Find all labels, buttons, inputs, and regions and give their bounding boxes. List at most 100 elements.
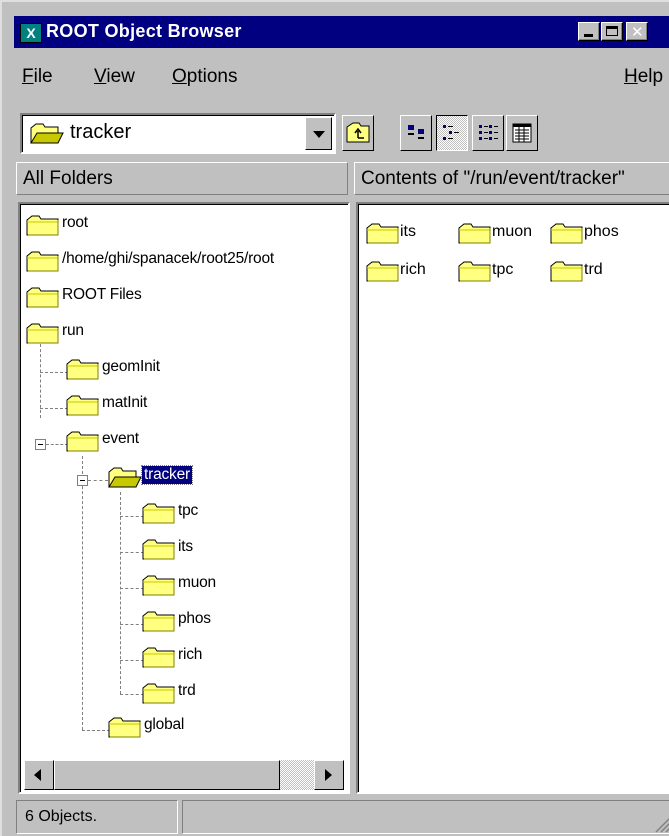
folder-icon [142, 683, 175, 704]
folder-icon [142, 539, 175, 560]
contents-panel[interactable]: its muon phos rich tpc trd [356, 202, 669, 794]
folder-icon [26, 215, 59, 236]
folder-icon [366, 261, 399, 282]
collapse-tracker-toggle[interactable] [77, 475, 88, 486]
folder-icon [142, 611, 175, 632]
folder-icon [66, 359, 99, 380]
status-objects-count: 6 Objects. [16, 800, 178, 834]
tree-node-label: ROOT Files [62, 286, 142, 303]
menu-options[interactable]: Options [172, 66, 237, 88]
root-object-browser-window: X ROOT Object Browser ✕ File View Option… [0, 0, 669, 836]
folder-icon [458, 261, 491, 282]
title-bar[interactable]: X ROOT Object Browser ✕ [14, 16, 669, 48]
menu-help-hotkey: H [624, 66, 638, 87]
tree-node-label: event [102, 430, 139, 447]
window-title: ROOT Object Browser [46, 21, 242, 41]
folder-icon [550, 223, 583, 244]
tree-horizontal-scrollbar[interactable] [24, 760, 344, 790]
contents-header: Contents of "/run/event/tracker" [354, 162, 669, 195]
tree-node-label: phos [178, 610, 211, 627]
content-folder-label: its [400, 223, 416, 240]
menu-view-label: iew [106, 66, 135, 87]
folder-icon [142, 575, 175, 596]
open-folder-icon [30, 123, 64, 144]
app-icon[interactable]: X [20, 23, 42, 43]
minimize-icon [584, 34, 593, 37]
scroll-left-button[interactable] [24, 760, 54, 790]
arrow-left-icon [34, 769, 41, 781]
minimize-button[interactable] [578, 22, 600, 41]
resize-grip-icon[interactable] [652, 814, 669, 834]
maximize-button[interactable] [601, 22, 623, 41]
folder-up-button[interactable] [342, 115, 374, 151]
folder-tree-panel[interactable]: root/home/ghi/spanacek/root25/root ROOT F… [18, 202, 350, 794]
tree-connector [88, 480, 108, 481]
arrow-right-icon [325, 769, 332, 781]
large-icons-button[interactable] [400, 115, 432, 151]
scroll-thumb[interactable] [54, 760, 280, 790]
menu-options-label: ptions [186, 66, 238, 87]
chevron-down-icon [313, 131, 325, 138]
status-info-pane [182, 800, 669, 834]
location-dropdown-button[interactable] [305, 117, 332, 150]
small-icons-button[interactable] [436, 115, 468, 151]
tree-connector [120, 694, 144, 695]
content-folder-label: rich [400, 261, 426, 278]
scroll-right-button[interactable] [314, 760, 344, 790]
folder-icon [66, 431, 99, 452]
folder-icon [550, 261, 583, 282]
large-icons-icon [408, 125, 424, 139]
tree-connector [40, 344, 41, 418]
folder-icon [26, 323, 59, 344]
menu-options-hotkey: O [172, 66, 187, 87]
folder-up-icon [346, 122, 370, 143]
list-view-icon [479, 125, 498, 140]
tree-node-label: /home/ghi/spanacek/root25/root [62, 250, 274, 267]
folder-icon [142, 647, 175, 668]
folder-icon [458, 223, 491, 244]
close-button[interactable]: ✕ [626, 22, 648, 41]
tree-connector [120, 492, 121, 694]
content-folder-label: trd [584, 261, 603, 278]
folder-icon [26, 251, 59, 272]
tree-node-label: tracker [141, 465, 193, 485]
all-folders-header: All Folders [16, 162, 348, 195]
tree-connector [82, 730, 110, 731]
folder-icon [66, 395, 99, 416]
details-view-button[interactable] [506, 115, 538, 151]
tree-node-label: geomInit [102, 358, 160, 375]
menu-file-label: ile [33, 66, 53, 87]
tree-connector [40, 408, 68, 409]
location-value: tracker [70, 121, 132, 143]
tree-node-label: its [178, 538, 193, 555]
maximize-icon [606, 26, 618, 36]
tree-connector [120, 516, 144, 517]
tree-node-label: global [144, 716, 185, 733]
menu-help[interactable]: Help [624, 66, 663, 88]
menu-file[interactable]: File [22, 66, 53, 88]
menu-help-label: elp [637, 66, 664, 87]
tree-connector [40, 372, 68, 373]
menu-file-hotkey: F [22, 66, 34, 87]
tree-node-label: run [62, 322, 84, 339]
tree-node-label: root [62, 214, 88, 231]
tree-node-label: muon [178, 574, 216, 591]
collapse-event-toggle[interactable] [35, 439, 46, 450]
tree-node-label: matInit [102, 394, 148, 411]
close-icon: ✕ [631, 23, 644, 41]
content-folder-label: muon [492, 223, 533, 240]
tree-connector [120, 588, 144, 589]
open-folder-icon [108, 467, 142, 488]
list-view-button[interactable] [472, 115, 504, 151]
small-icons-icon [443, 125, 459, 140]
folder-icon [366, 223, 399, 244]
menu-view-hotkey: V [94, 66, 107, 87]
location-combo[interactable]: tracker [20, 113, 336, 154]
details-view-icon [512, 123, 532, 143]
menu-view[interactable]: View [94, 66, 135, 88]
menu-bar: File View Options Help [14, 62, 669, 92]
content-folder-label: phos [584, 223, 619, 240]
tree-node-label: rich [178, 646, 203, 663]
tree-connector [120, 552, 144, 553]
folder-icon [108, 717, 141, 738]
